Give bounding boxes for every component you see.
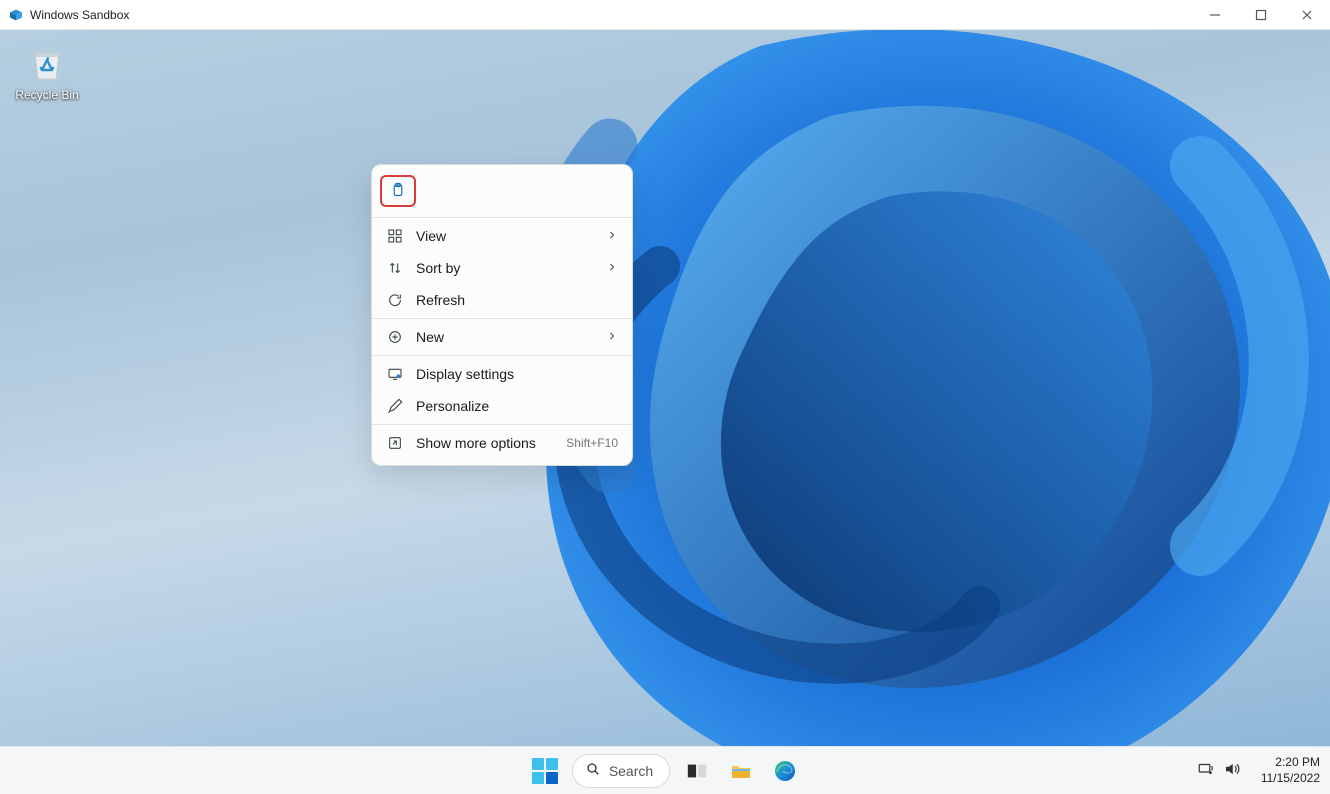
taskbar: Search bbox=[0, 746, 1330, 794]
recycle-bin-label: Recycle Bin bbox=[12, 88, 82, 102]
menu-display-settings-label: Display settings bbox=[416, 366, 514, 382]
paste-button[interactable] bbox=[380, 175, 416, 207]
recycle-bin[interactable]: Recycle Bin bbox=[12, 42, 82, 102]
menu-view[interactable]: View bbox=[372, 220, 632, 252]
network-icon bbox=[1197, 760, 1215, 783]
window-controls bbox=[1192, 0, 1330, 30]
menu-personalize-label: Personalize bbox=[416, 398, 489, 414]
display-icon bbox=[386, 365, 404, 383]
menu-new[interactable]: New bbox=[372, 321, 632, 353]
edge-icon bbox=[773, 759, 797, 783]
chevron-right-icon bbox=[606, 329, 618, 345]
taskbar-search[interactable]: Search bbox=[572, 754, 670, 788]
menu-sort-by[interactable]: Sort by bbox=[372, 252, 632, 284]
chevron-right-icon bbox=[606, 228, 618, 244]
view-icon bbox=[386, 227, 404, 245]
sort-icon bbox=[386, 259, 404, 277]
edge-button[interactable] bbox=[768, 754, 802, 788]
search-label: Search bbox=[609, 763, 653, 779]
window-titlebar: Windows Sandbox bbox=[0, 0, 1330, 30]
volume-icon bbox=[1223, 760, 1241, 783]
system-tray: 2:20 PM 11/15/2022 bbox=[1191, 747, 1320, 794]
menu-new-label: New bbox=[416, 329, 444, 345]
file-explorer-button[interactable] bbox=[724, 754, 758, 788]
personalize-icon bbox=[386, 397, 404, 415]
window-title: Windows Sandbox bbox=[30, 8, 129, 22]
menu-show-more-shortcut: Shift+F10 bbox=[566, 436, 618, 450]
refresh-icon bbox=[386, 291, 404, 309]
folder-icon bbox=[729, 759, 753, 783]
more-options-icon bbox=[386, 434, 404, 452]
search-icon bbox=[585, 761, 601, 780]
task-view-button[interactable] bbox=[680, 754, 714, 788]
tray-status-area[interactable] bbox=[1191, 756, 1247, 787]
clock-date: 11/15/2022 bbox=[1261, 771, 1320, 787]
start-button[interactable] bbox=[528, 754, 562, 788]
task-view-icon bbox=[686, 760, 708, 782]
menu-view-label: View bbox=[416, 228, 446, 244]
menu-display-settings[interactable]: Display settings bbox=[372, 358, 632, 390]
menu-refresh-label: Refresh bbox=[416, 292, 465, 308]
windows-logo-icon bbox=[532, 758, 558, 784]
menu-refresh[interactable]: Refresh bbox=[372, 284, 632, 316]
minimize-button[interactable] bbox=[1192, 0, 1238, 30]
menu-personalize[interactable]: Personalize bbox=[372, 390, 632, 422]
desktop-context-menu: View Sort by Refresh New bbox=[371, 164, 633, 466]
menu-show-more-options[interactable]: Show more options Shift+F10 bbox=[372, 427, 632, 459]
desktop[interactable]: Recycle Bin View Sort by bbox=[0, 30, 1330, 746]
menu-sort-by-label: Sort by bbox=[416, 260, 460, 276]
chevron-right-icon bbox=[606, 260, 618, 276]
maximize-button[interactable] bbox=[1238, 0, 1284, 30]
menu-show-more-label: Show more options bbox=[416, 435, 536, 451]
taskbar-clock[interactable]: 2:20 PM 11/15/2022 bbox=[1255, 755, 1320, 786]
new-icon bbox=[386, 328, 404, 346]
clock-time: 2:20 PM bbox=[1261, 755, 1320, 771]
close-button[interactable] bbox=[1284, 0, 1330, 30]
sandbox-app-icon bbox=[8, 7, 24, 23]
recycle-bin-icon bbox=[26, 42, 68, 84]
